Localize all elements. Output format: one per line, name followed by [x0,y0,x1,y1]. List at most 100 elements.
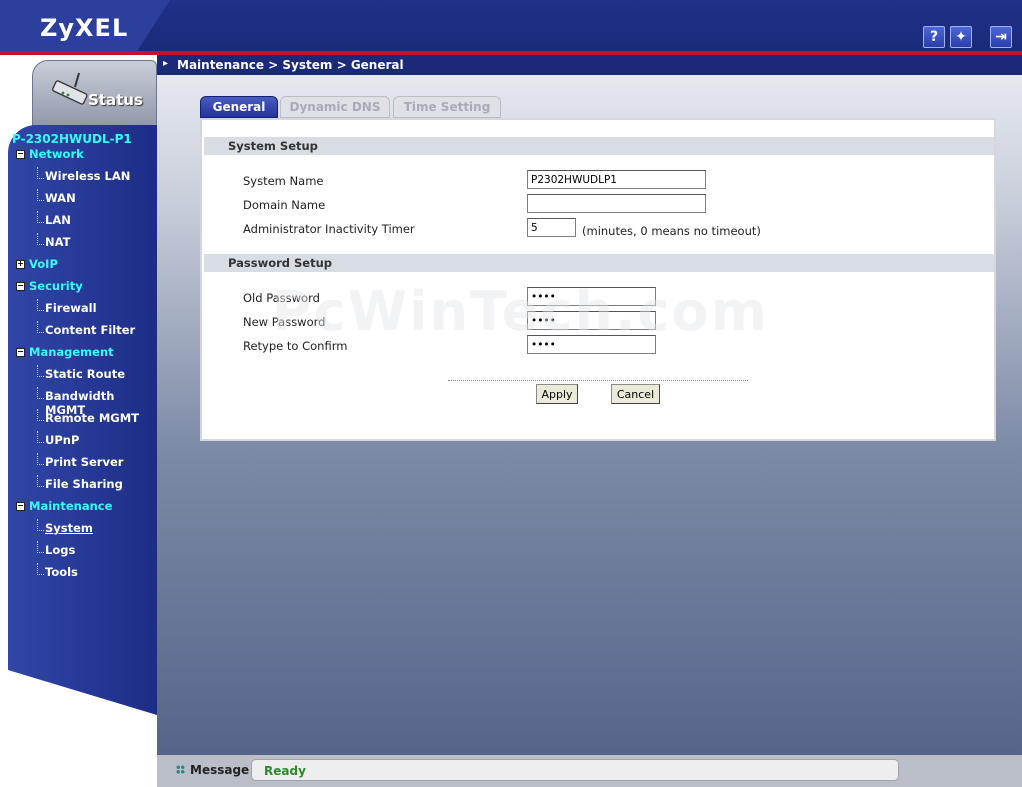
message-dots-icon [176,765,185,774]
tree-connector [37,409,44,421]
system-setup-title: System Setup [228,139,318,153]
sidebar-item-system[interactable]: System [0,519,157,539]
sidebar-item-maintenance[interactable]: − Maintenance [0,497,157,517]
password-setup-header: Password Setup [204,254,994,272]
router-icon [52,72,88,105]
sidebar-item-label: VoIP [29,257,58,271]
button-divider [448,380,748,381]
sidebar-item-label: Network [29,147,84,161]
domain-name-input[interactable] [527,194,706,213]
old-password-label: Old Password [243,291,320,305]
inactivity-timer-hint: (minutes, 0 means no timeout) [582,224,761,238]
tab-time-setting[interactable]: Time Setting [393,96,501,118]
sidebar-item-bandwidth-mgmt[interactable]: Bandwidth MGMT [0,387,157,417]
sidebar-item-label: File Sharing [45,477,123,491]
message-text: Ready [264,764,306,778]
sidebar-item-label: NAT [45,235,71,249]
cancel-button[interactable]: Cancel [611,384,660,404]
sidebar-item-remote-mgmt[interactable]: Remote MGMT [0,409,157,429]
main-content: General Dynamic DNS Time Setting System … [157,75,1022,755]
system-name-label: System Name [243,174,324,188]
tree-connector [37,475,44,487]
sidebar-item-label: Static Route [45,367,126,381]
tab-dynamic-dns[interactable]: Dynamic DNS [280,96,390,118]
sidebar-item-firewall[interactable]: Firewall [0,299,157,319]
sidebar-item-label: WAN [45,191,76,205]
sidebar-item-label: Tools [45,565,78,579]
sidebar-item-label: UPnP [45,433,80,447]
tree-connector [37,519,44,531]
sidebar-item-file-sharing[interactable]: File Sharing [0,475,157,495]
watermark: PcWinTech.com [272,280,769,343]
breadcrumb-text: Maintenance > System > General [177,58,404,72]
sidebar-item-lan[interactable]: LAN [0,211,157,231]
collapse-icon[interactable]: − [16,150,25,159]
sidebar-item-label: Security [29,279,83,293]
system-name-input[interactable] [527,170,706,189]
sidebar-item-nat[interactable]: NAT [0,233,157,253]
sidebar-item-label: System [45,521,93,535]
header-bar: ZyXEL ? ✦ ⇥ [0,0,1022,55]
apply-button[interactable]: Apply [536,384,578,404]
sidebar-item-label: Print Server [45,455,124,469]
tree-connector [37,453,44,465]
device-name: P-2302HWUDL-P1 [12,132,132,146]
system-setup-header: System Setup [204,137,994,155]
collapse-icon[interactable]: − [16,348,25,357]
tree-connector [37,365,44,377]
tree-connector [37,563,44,575]
sidebar-item-static-route[interactable]: Static Route [0,365,157,385]
status-bar: Message Ready [157,755,1022,787]
sidebar-item-network[interactable]: − Network [0,145,157,165]
message-label: Message [190,763,250,777]
tree-connector [37,541,44,553]
help-icon[interactable]: ? [923,26,945,48]
status-label[interactable]: Status [88,91,143,109]
sidebar-item-label: Remote MGMT [45,411,140,425]
sidebar-item-label: Firewall [45,301,97,315]
message-box: Ready [251,759,899,781]
inactivity-timer-label: Administrator Inactivity Timer [243,222,415,236]
tree-connector [37,167,44,179]
sidebar-item-print-server[interactable]: Print Server [0,453,157,473]
sidebar-item-content-filter[interactable]: Content Filter [0,321,157,341]
zyxel-logo: ZyXEL [40,14,129,42]
logout-icon[interactable]: ⇥ [990,26,1012,48]
sidebar-item-security[interactable]: − Security [0,277,157,297]
sidebar-item-voip[interactable]: + VoIP [0,255,157,275]
domain-name-label: Domain Name [243,198,326,212]
settings-card: System Setup System Name Domain Name Adm… [200,118,996,441]
breadcrumb-arrow-icon: ▸ [163,58,169,69]
sidebar-item-label: Management [29,345,114,359]
new-password-label: New Password [243,315,326,329]
sidebar-item-wireless-lan[interactable]: Wireless LAN [0,167,157,187]
retype-password-label: Retype to Confirm [243,339,348,353]
sidebar: Status P-2302HWUDL-P1 − Network Wireless L… [0,55,157,787]
sidebar-item-management[interactable]: − Management [0,343,157,363]
expand-icon[interactable]: + [16,260,25,269]
tree-connector [37,211,44,223]
tree-connector [37,189,44,201]
sidebar-item-label: Content Filter [45,323,136,337]
wizard-icon[interactable]: ✦ [950,26,972,48]
sidebar-item-logs[interactable]: Logs [0,541,157,561]
retype-password-input[interactable] [527,335,656,354]
sidebar-item-tools[interactable]: Tools [0,563,157,583]
new-password-input[interactable] [527,311,656,330]
tab-general[interactable]: General [200,96,278,118]
breadcrumb: ▸ Maintenance > System > General [157,55,1022,75]
tree-connector [37,387,44,399]
sidebar-item-label: Maintenance [29,499,113,513]
sidebar-item-label: Logs [45,543,76,557]
tree-connector [37,431,44,443]
sidebar-item-label: LAN [45,213,71,227]
collapse-icon[interactable]: − [16,282,25,291]
sidebar-item-upnp[interactable]: UPnP [0,431,157,451]
collapse-icon[interactable]: − [16,502,25,511]
old-password-input[interactable] [527,287,656,306]
tree-connector [37,321,44,333]
inactivity-timer-input[interactable] [527,218,576,237]
sidebar-item-label: Wireless LAN [45,169,131,183]
password-setup-title: Password Setup [228,256,332,270]
sidebar-item-wan[interactable]: WAN [0,189,157,209]
